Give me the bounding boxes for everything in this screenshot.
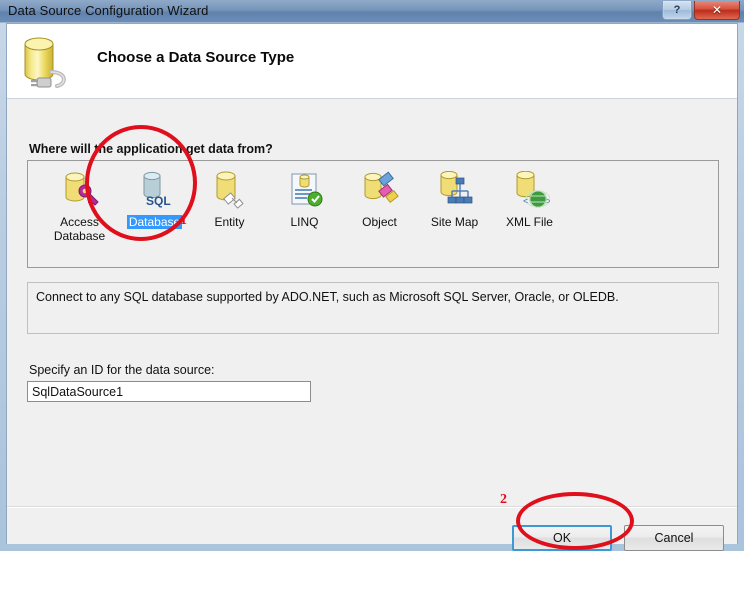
linq-icon: [285, 171, 325, 211]
svg-text:>: >: [546, 196, 550, 206]
dialog-window: Data Source Configuration Wizard ? ✕ Cho…: [0, 0, 744, 592]
entity-label: Entity: [214, 215, 245, 229]
object-source-item[interactable]: Object: [342, 169, 417, 243]
linq-source-item[interactable]: LINQ: [267, 169, 342, 243]
xml-file-label: XML File: [506, 215, 553, 229]
window-title: Data Source Configuration Wizard: [8, 3, 209, 18]
svg-text:SQL: SQL: [146, 194, 171, 208]
access-database-source-item[interactable]: Access Database: [42, 169, 117, 243]
object-icon: [360, 171, 400, 211]
dialog-client-area: Choose a Data Source Type Where will the…: [6, 23, 738, 592]
question-label: Where will the application get data from…: [29, 142, 273, 156]
ok-button[interactable]: OK: [512, 525, 612, 551]
help-icon[interactable]: ?: [662, 1, 692, 20]
dialog-header: Choose a Data Source Type: [7, 24, 737, 99]
dialog-body: Where will the application get data from…: [7, 100, 737, 592]
title-bar: Data Source Configuration Wizard ? ✕: [0, 0, 744, 23]
object-label: Object: [362, 215, 397, 229]
site-map-icon: [435, 170, 475, 211]
database-source-item[interactable]: SQL Database: [117, 169, 192, 243]
access-database-label: Access Database: [53, 215, 106, 243]
site-map-source-item[interactable]: Site Map: [417, 169, 492, 243]
site-map-label: Site Map: [430, 215, 479, 229]
xml-file-source-item[interactable]: < > XML File: [492, 169, 567, 243]
data-source-id-label: Specify an ID for the data source:: [29, 363, 215, 377]
sql-database-icon: SQL: [135, 171, 175, 211]
data-source-icons-row: Access Database SQL Database Entity LINQ…: [28, 161, 567, 243]
svg-text:<: <: [523, 196, 528, 206]
description-panel: Connect to any SQL database supported by…: [27, 282, 719, 334]
access-database-icon: [60, 171, 100, 211]
entity-source-item[interactable]: Entity: [192, 169, 267, 243]
data-source-id-input[interactable]: [27, 381, 311, 402]
database-plug-icon: [17, 32, 77, 90]
render-artifact-2: [478, 560, 496, 592]
title-bar-buttons: ? ✕: [662, 1, 740, 20]
entity-icon: [210, 171, 250, 211]
cancel-button[interactable]: Cancel: [624, 525, 724, 551]
footer-separator: [7, 506, 737, 508]
database-label: Database: [126, 215, 183, 229]
data-source-type-list: Access Database SQL Database Entity LINQ…: [27, 160, 719, 268]
linq-label: LINQ: [290, 215, 319, 229]
page-title: Choose a Data Source Type: [97, 49, 295, 66]
close-icon[interactable]: ✕: [694, 1, 740, 20]
description-text: Connect to any SQL database supported by…: [36, 290, 619, 304]
xml-file-icon: < >: [510, 170, 551, 211]
